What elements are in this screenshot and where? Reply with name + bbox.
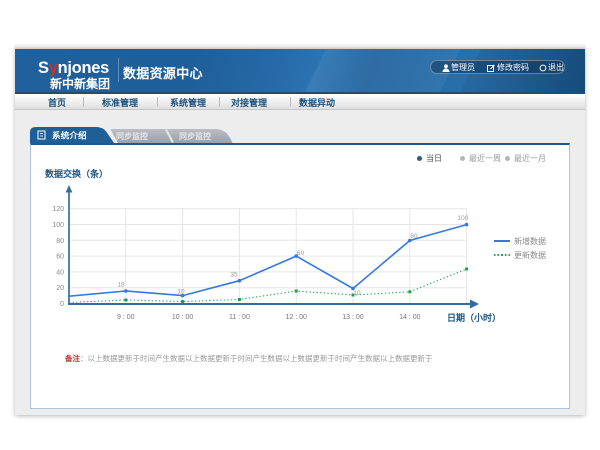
svg-text:11 : 00: 11 : 00 [229,314,250,321]
svg-text:12 : 00: 12 : 00 [285,314,307,321]
svg-text:10 : 00: 10 : 00 [172,314,194,321]
svg-text:10: 10 [177,289,185,296]
svg-text:9 : 00: 9 : 00 [117,314,135,321]
svg-text:0: 0 [60,301,64,308]
svg-text:120: 120 [52,206,64,213]
svg-text:18: 18 [117,282,125,289]
svg-text:60: 60 [297,250,305,257]
svg-text:80: 80 [56,238,64,245]
svg-text:60: 60 [56,254,64,261]
svg-text:100: 100 [458,215,469,222]
svg-text:80: 80 [410,233,418,240]
svg-text:14 : 00: 14 : 00 [399,314,421,321]
svg-text:20: 20 [56,285,64,292]
svg-text:35: 35 [230,272,238,279]
svg-text:10: 10 [353,290,361,297]
svg-text:100: 100 [52,222,64,229]
svg-text:40: 40 [56,269,64,276]
svg-text:13 : 00: 13 : 00 [342,314,364,321]
